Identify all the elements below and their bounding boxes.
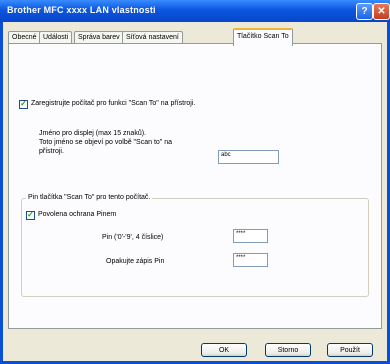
ok-button[interactable]: OK bbox=[201, 343, 247, 357]
cancel-button[interactable]: Storno bbox=[265, 343, 311, 357]
help-button[interactable]: ? bbox=[356, 3, 373, 20]
pin-confirm-input[interactable]: **** bbox=[233, 253, 268, 267]
pin-protect-checkbox[interactable]: ✓ bbox=[26, 211, 35, 220]
properties-window: Brother MFC xxxx LAN vlastnosti ? ✕ Obec… bbox=[0, 0, 390, 364]
pin-confirm-label: Opakujte zápis Pin bbox=[106, 258, 165, 265]
display-name-label-2: Toto jméno se objeví po volbě "Scan to" … bbox=[39, 139, 172, 146]
display-name-input[interactable]: abc bbox=[218, 150, 279, 164]
register-checkbox[interactable]: ✓ bbox=[19, 100, 28, 109]
close-button[interactable]: ✕ bbox=[373, 3, 390, 20]
title-bar[interactable]: Brother MFC xxxx LAN vlastnosti ? ✕ bbox=[0, 0, 390, 22]
display-name-label-1: Jméno pro displej (max 15 znaků). bbox=[39, 130, 146, 137]
pin-protect-label: Povolena ochrana Pinem bbox=[38, 211, 117, 218]
dialog-body: Obecné Události Správa barev Síťová nast… bbox=[3, 22, 387, 361]
scan-to-panel: ✓ Zaregistrujte počítač pro funkci "Scan… bbox=[8, 43, 382, 329]
tab-scan-to[interactable]: Tlačítko Scan To bbox=[233, 28, 293, 46]
pin-label: Pin ('0'-'9', 4 číslice) bbox=[102, 234, 164, 241]
window-title: Brother MFC xxxx LAN vlastnosti bbox=[7, 5, 156, 15]
apply-button[interactable]: Použít bbox=[327, 343, 373, 357]
pin-input[interactable]: **** bbox=[233, 229, 268, 243]
register-label: Zaregistrujte počítač pro funkci "Scan T… bbox=[31, 100, 196, 107]
pin-group-label: Pin tlačítka "Scan To" pro tento počítač… bbox=[26, 194, 153, 201]
display-name-label-3: přístroji. bbox=[39, 148, 64, 155]
